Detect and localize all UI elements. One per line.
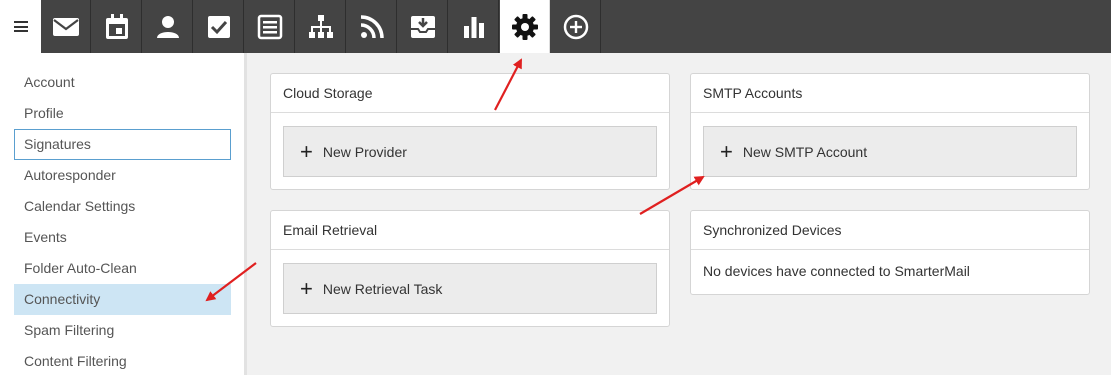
- menu-toggle-button[interactable]: [0, 0, 41, 53]
- nav-rss-button[interactable]: [347, 0, 397, 53]
- card-title: SMTP Accounts: [703, 85, 803, 101]
- synchronized-devices-card: Synchronized Devices No devices have con…: [690, 210, 1090, 295]
- settings-sidebar: Account Profile Signatures Autoresponder…: [0, 53, 247, 375]
- nav-reports-button[interactable]: [449, 0, 499, 53]
- calendar-icon: [105, 13, 128, 39]
- sidebar-item-events[interactable]: Events: [14, 222, 231, 253]
- sidebar-item-folder-auto-clean[interactable]: Folder Auto-Clean: [14, 253, 231, 284]
- button-label: New Retrieval Task: [322, 280, 443, 297]
- tasks-icon: [207, 15, 230, 38]
- plus-icon: +: [300, 138, 313, 164]
- nav-settings-button[interactable]: [500, 0, 550, 53]
- settings-icon: [511, 13, 538, 40]
- smtp-accounts-card: SMTP Accounts + New SMTP Account: [690, 73, 1090, 190]
- org-chart-icon: [308, 14, 333, 38]
- card-title: Synchronized Devices: [703, 222, 842, 238]
- nav-email-button[interactable]: [41, 0, 91, 53]
- contacts-icon: [156, 15, 179, 38]
- sidebar-item-spam-filtering[interactable]: Spam Filtering: [14, 315, 231, 346]
- reports-icon: [463, 16, 484, 38]
- hamburger-icon: [13, 21, 28, 32]
- nav-file-storage-button[interactable]: [398, 0, 448, 53]
- sidebar-item-account[interactable]: Account: [14, 67, 231, 98]
- divider: [691, 112, 1089, 113]
- plus-icon: +: [300, 275, 313, 301]
- rss-icon: [360, 14, 384, 38]
- divider: [271, 112, 669, 113]
- divider: [691, 249, 1089, 250]
- nav-org-chart-button[interactable]: [296, 0, 346, 53]
- divider: [271, 249, 669, 250]
- add-circle-icon: [563, 14, 588, 39]
- sidebar-item-autoresponder[interactable]: Autoresponder: [14, 160, 231, 191]
- button-label: New SMTP Account: [742, 143, 868, 160]
- email-retrieval-card: Email Retrieval + New Retrieval Task: [270, 210, 670, 327]
- top-navigation-bar: [0, 0, 1111, 53]
- notes-icon: [257, 14, 282, 39]
- file-storage-icon: [410, 15, 435, 38]
- button-label: New Provider: [322, 143, 407, 160]
- plus-icon: +: [720, 138, 733, 164]
- new-retrieval-task-button[interactable]: + New Retrieval Task: [283, 263, 657, 314]
- sidebar-item-content-filtering[interactable]: Content Filtering: [14, 346, 231, 375]
- nav-notes-button[interactable]: [245, 0, 295, 53]
- sidebar-item-calendar-settings[interactable]: Calendar Settings: [14, 191, 231, 222]
- nav-calendar-button[interactable]: [92, 0, 142, 53]
- new-provider-button[interactable]: + New Provider: [283, 126, 657, 177]
- card-title: Cloud Storage: [283, 85, 373, 101]
- card-title: Email Retrieval: [283, 222, 378, 238]
- cloud-storage-card: Cloud Storage + New Provider: [270, 73, 670, 190]
- sidebar-item-connectivity[interactable]: Connectivity: [14, 284, 231, 315]
- nav-tasks-button[interactable]: [194, 0, 244, 53]
- sidebar-item-profile[interactable]: Profile: [14, 98, 231, 129]
- nav-contacts-button[interactable]: [143, 0, 193, 53]
- empty-devices-message: No devices have connected to SmarterMail: [703, 263, 970, 279]
- nav-add-button[interactable]: [551, 0, 601, 53]
- sidebar-item-signatures[interactable]: Signatures: [14, 129, 231, 160]
- mail-icon: [52, 17, 79, 36]
- new-smtp-account-button[interactable]: + New SMTP Account: [703, 126, 1077, 177]
